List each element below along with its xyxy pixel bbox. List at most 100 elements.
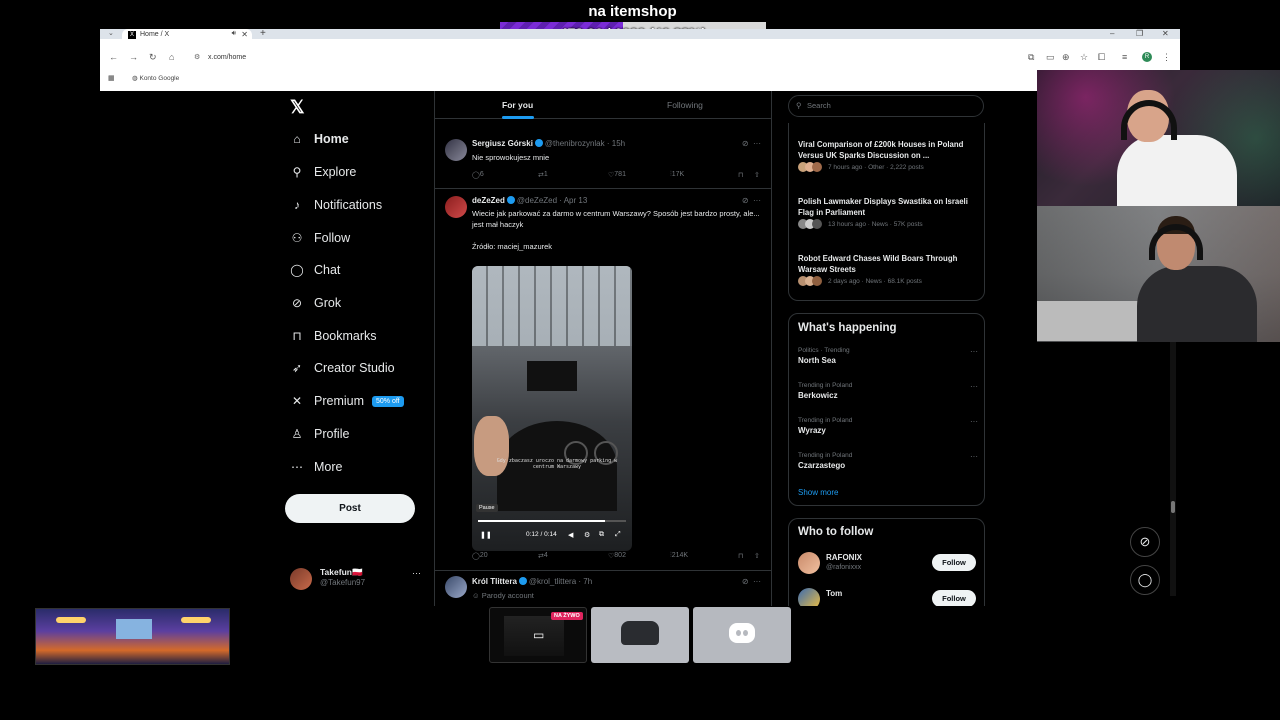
sidebar-item-premium[interactable]: ✕ Premium 50% off: [290, 394, 404, 418]
bookmark-item[interactable]: ◍ Konto Google: [132, 74, 179, 82]
sidebar-item-bookmarks[interactable]: ⊓ Bookmarks: [290, 329, 376, 353]
views-button[interactable]: ⫶ 17K: [670, 171, 684, 179]
grok-icon[interactable]: ⊘: [1130, 527, 1160, 557]
sidebar-item-explore[interactable]: ⚲ Explore: [290, 165, 357, 189]
news-item[interactable]: Viral Comparison of £200k Houses in Pola…: [798, 139, 978, 172]
avatar[interactable]: [798, 588, 820, 606]
home-icon[interactable]: ⌂: [169, 52, 174, 62]
speaker-icon[interactable]: 🔊︎: [232, 30, 236, 38]
avatar[interactable]: [445, 576, 467, 598]
show-more-link[interactable]: Show more: [798, 488, 838, 497]
tweet[interactable]: Sergiusz Górski @thenibrozynlak · 15h ⊘ ·…: [435, 119, 771, 189]
tweet-menu[interactable]: ⊘ ···: [742, 577, 761, 586]
more-icon[interactable]: ···: [970, 417, 978, 426]
tweet-author[interactable]: Król Tlittera @krol_tlittera · 7h: [472, 577, 592, 586]
car-tile[interactable]: [591, 607, 689, 663]
share-icon[interactable]: ⇧: [754, 171, 760, 179]
grok-icon[interactable]: ⊘: [742, 577, 749, 586]
bookmark-icon[interactable]: ⊓: [738, 171, 743, 179]
browser-tab[interactable]: X Home / X 🔊︎ ✕: [122, 29, 252, 41]
sidebar-item-creator-studio[interactable]: ➶ Creator Studio: [290, 361, 395, 385]
apps-grid-icon[interactable]: ▦: [108, 74, 115, 82]
fullscreen-icon[interactable]: ⤢: [615, 531, 621, 539]
tab-search-icon[interactable]: ⌄: [108, 29, 114, 37]
sidebar-item-grok[interactable]: ⊘ Grok: [290, 296, 341, 320]
video-scrubber[interactable]: [478, 520, 626, 522]
site-info-icon[interactable]: ⚙︎: [194, 53, 200, 61]
tweet[interactable]: Król Tlittera @krol_tlittera · 7h ⊘ ··· ☺…: [435, 571, 771, 606]
more-icon[interactable]: ···: [970, 452, 978, 461]
tweet[interactable]: deZeZed @deZeZed · Apr 13 ⊘ ··· Wiecie ja…: [435, 189, 771, 571]
tweet-menu[interactable]: ⊘ ···: [742, 196, 761, 205]
account-switcher[interactable]: Takefun🇵🇱 @Takefun97 ···: [290, 566, 425, 596]
tab-following[interactable]: Following: [667, 100, 703, 110]
tweet-author[interactable]: Sergiusz Górski @thenibrozynlak · 15h: [472, 139, 625, 148]
more-icon[interactable]: ···: [970, 382, 978, 391]
sidebar-item-chat[interactable]: ◯ Chat: [290, 263, 340, 287]
share-icon[interactable]: ⇧: [754, 552, 760, 560]
trend-item[interactable]: Trending in Poland Czarzastego ···: [798, 452, 978, 470]
sidebar-item-home[interactable]: ⌂ Home: [290, 132, 348, 156]
close-icon[interactable]: ✕: [241, 30, 248, 39]
news-item[interactable]: Polish Lawmaker Displays Swastika on Isr…: [798, 196, 978, 229]
restore-icon[interactable]: ❐: [1136, 29, 1143, 38]
address-bar[interactable]: ⚙︎ x.com/home: [188, 50, 1028, 66]
sidebar-icon[interactable]: ≡: [1122, 52, 1127, 62]
follow-button[interactable]: Follow: [932, 590, 976, 606]
reply-button[interactable]: ◯ 20: [472, 552, 488, 560]
repost-button[interactable]: ⇄ 1: [538, 171, 548, 179]
sidebar-item-more[interactable]: ⋯ More: [290, 460, 342, 484]
tab-for-you[interactable]: For you: [502, 100, 533, 110]
more-icon[interactable]: ···: [753, 577, 761, 586]
star-icon[interactable]: ☆: [1080, 52, 1088, 63]
views-button[interactable]: ⫶ 214K: [670, 552, 688, 560]
news-item[interactable]: Robot Edward Chases Wild Boars Through W…: [798, 253, 978, 286]
trend-item[interactable]: Politics · Trending North Sea ···: [798, 347, 978, 365]
new-tab-icon[interactable]: +: [260, 28, 266, 39]
repost-button[interactable]: ⇄ 4: [538, 552, 548, 560]
screen-share-tile[interactable]: ▭ NA ŻYWO: [489, 607, 587, 663]
avatar[interactable]: [445, 196, 467, 218]
minimize-icon[interactable]: –: [1110, 29, 1114, 38]
pip-icon[interactable]: ⧉: [599, 531, 604, 539]
back-icon[interactable]: ←: [109, 52, 118, 62]
grok-icon[interactable]: ⊘: [742, 139, 749, 148]
more-icon[interactable]: ···: [970, 347, 978, 356]
search-input[interactable]: ⚲ Search: [788, 95, 984, 117]
follow-button[interactable]: Follow: [932, 554, 976, 571]
more-icon[interactable]: ···: [753, 139, 761, 148]
extensions-icon[interactable]: ⧠: [1098, 52, 1105, 63]
like-button[interactable]: ♡ 802: [608, 552, 626, 560]
page-scrollbar[interactable]: [1170, 341, 1176, 596]
like-button[interactable]: ♡ 781: [608, 171, 626, 179]
post-button[interactable]: Post: [285, 494, 415, 523]
trend-item[interactable]: Trending in Poland Berkowicz ···: [798, 382, 978, 400]
translate-icon[interactable]: ⧉: [1028, 52, 1034, 63]
trend-item[interactable]: Trending in Poland Wyrazy ···: [798, 417, 978, 435]
tweet-menu[interactable]: ⊘ ···: [742, 139, 761, 148]
sidebar-item-notifications[interactable]: ♪ Notifications: [290, 198, 382, 222]
follow-suggestion[interactable]: Tom Follow: [798, 588, 978, 606]
avatar[interactable]: [798, 552, 820, 574]
cast-icon[interactable]: ▭: [1046, 52, 1055, 63]
tweet-author[interactable]: deZeZed @deZeZed · Apr 13: [472, 196, 587, 205]
window-close-icon[interactable]: ✕: [1162, 29, 1169, 38]
chat-icon[interactable]: ◯: [1130, 565, 1160, 595]
forward-icon[interactable]: →: [129, 52, 138, 62]
sidebar-item-follow[interactable]: ⚇ Follow: [290, 231, 351, 255]
discord-tile[interactable]: [693, 607, 791, 663]
menu-kebab-icon[interactable]: ⋮: [1162, 52, 1171, 63]
zoom-icon[interactable]: ⊕: [1062, 52, 1070, 63]
grok-icon[interactable]: ⊘: [742, 196, 749, 205]
settings-icon[interactable]: ⚙︎: [584, 531, 590, 539]
volume-icon[interactable]: ◀︎: [568, 531, 573, 539]
x-logo-icon[interactable]: 𝕏: [290, 97, 305, 118]
video-player[interactable]: Gdy zbaczasz uroczo na darmowy parking w…: [472, 266, 632, 551]
reload-icon[interactable]: ↻: [149, 52, 157, 63]
scrollbar-thumb[interactable]: [1171, 501, 1175, 513]
follow-suggestion[interactable]: RAFONIX @rafonixxx Follow: [798, 552, 978, 578]
profile-avatar[interactable]: R: [1142, 52, 1152, 62]
more-icon[interactable]: ···: [753, 196, 761, 205]
reply-button[interactable]: ◯ 6: [472, 171, 484, 179]
pause-icon[interactable]: ❚❚: [480, 531, 492, 539]
